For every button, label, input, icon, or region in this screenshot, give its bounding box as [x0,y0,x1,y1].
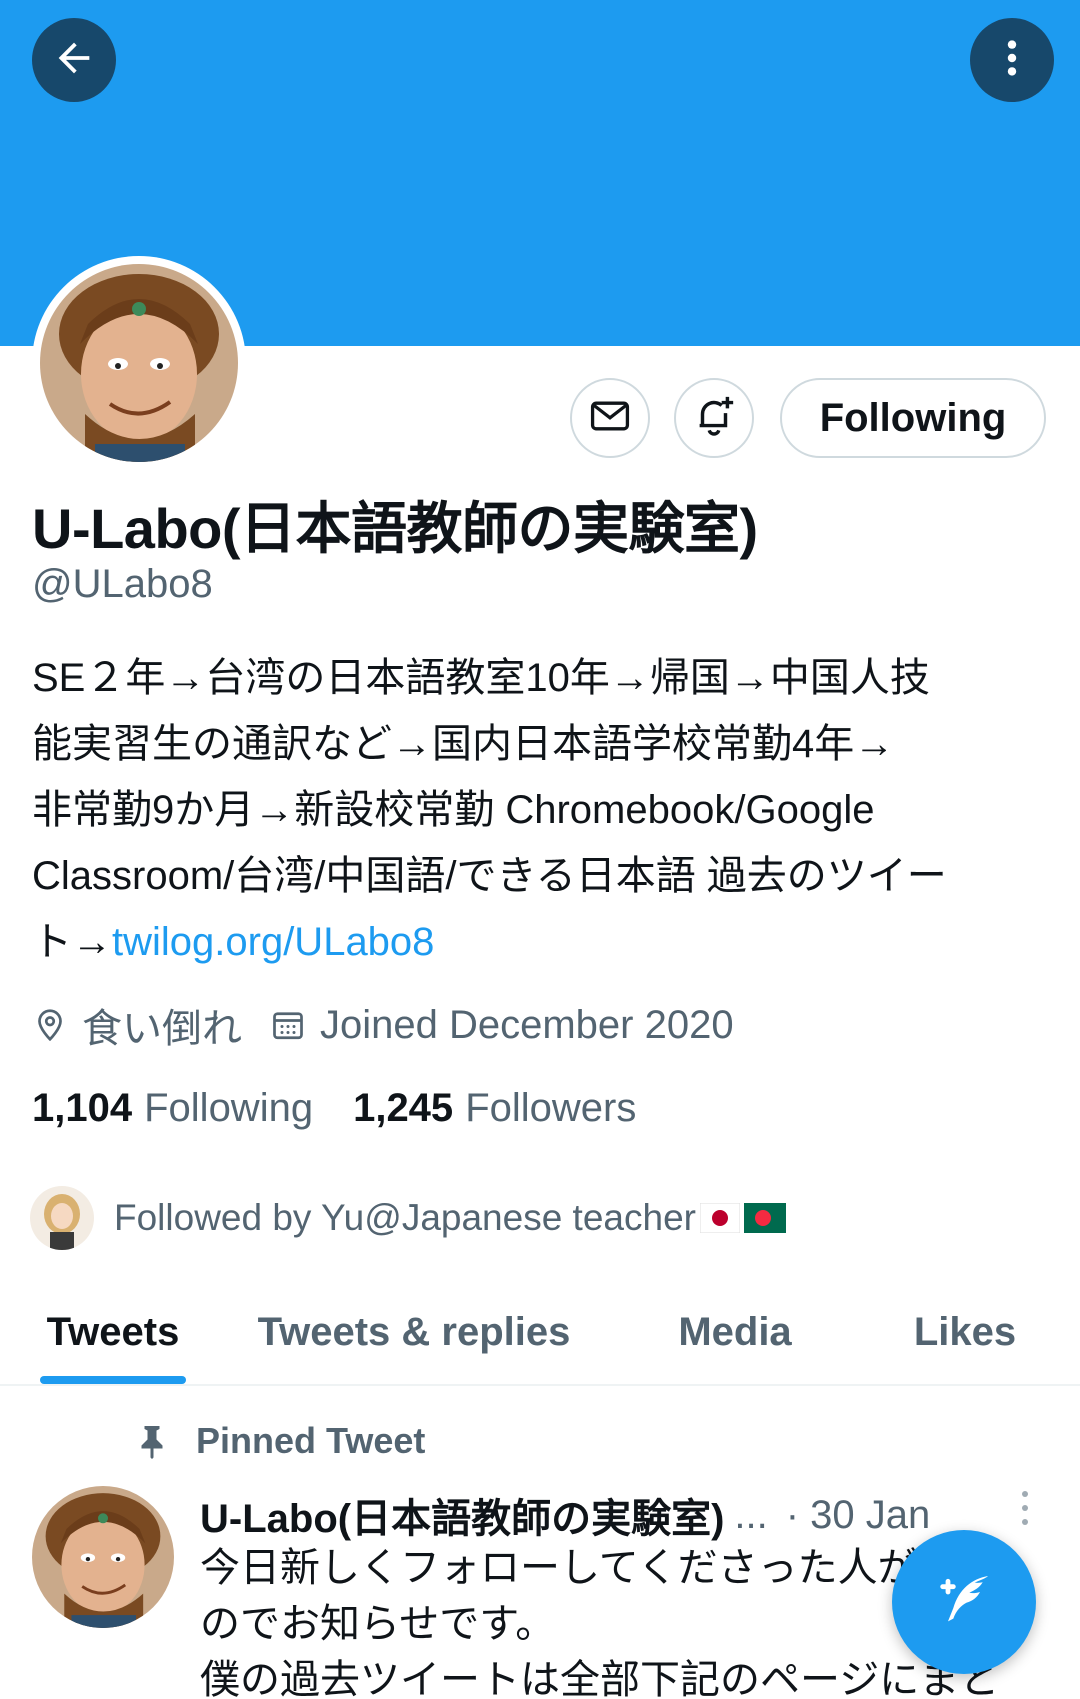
bio-line: 能実習生の通訳など→国内日本語学校常勤4年→ [32,722,895,766]
following-count: 1,104 [32,1086,133,1130]
bell-plus-icon [691,393,737,444]
pinned-tweet-label: Pinned Tweet [196,1420,426,1461]
profile-meta: 食い倒れ Joined December 2020 [32,996,734,1054]
tab-tweets-replies[interactable]: Tweets & replies [244,1280,584,1384]
bangladesh-flag-icon [743,1203,786,1233]
avatar [40,264,238,462]
profile-avatar[interactable] [32,256,246,470]
location-text: 食い倒れ [82,1007,242,1051]
mail-icon [588,394,632,443]
bio-line: SE２年→台湾の日本語教室10年→帰国→中国人技 [32,656,930,700]
followers-count: 1,245 [353,1086,454,1130]
bio-line: Classroom/台湾/中国語/できる日本語 過去のツイー [32,854,947,898]
display-name: U-Labo(日本語教師の実験室) [32,497,758,560]
followed-by[interactable]: Followed by Yu@Japanese teacher [28,1184,786,1252]
user-handle: @ULabo8 [32,562,213,606]
following-stat[interactable]: 1,104 Following [32,1086,313,1131]
notifications-button[interactable] [674,378,754,458]
follower-avatar [28,1184,96,1252]
calendar-icon [270,1007,306,1043]
message-button[interactable] [570,378,650,458]
tweet-author-avatar[interactable] [32,1486,174,1628]
followed-by-text: Followed by Yu@Japanese teacher [114,1197,696,1238]
tab-likes[interactable]: Likes [870,1280,1060,1384]
more-options-button[interactable] [970,18,1054,102]
tweet-date[interactable]: · 30 Jan [786,1493,931,1538]
profile-page: Following U-Labo(日本語教師の実験室) @ULabo8 SE２年… [0,0,1080,1699]
back-button[interactable] [32,18,116,102]
pin-icon [134,1421,170,1461]
bio-line: ト→twilog.org/ULabo8 [32,909,1042,975]
bio-link[interactable]: twilog.org/ULabo8 [112,920,434,964]
tweet-more-button[interactable] [1010,1488,1040,1532]
follow-stats: 1,104 Following 1,245 Followers [32,1086,636,1131]
japan-flag-icon [699,1203,740,1233]
tab-media[interactable]: Media [640,1280,830,1384]
compose-tweet-icon [932,1568,996,1637]
following-button[interactable]: Following [780,378,1046,458]
profile-tabs: Tweets Tweets & replies Media Likes [0,1280,1080,1386]
location-icon [32,1007,68,1043]
bio-line: 非常勤9か月→新設校常勤 Chromebook/Google [32,788,875,832]
name-truncation: ... [734,1492,768,1537]
active-tab-indicator [40,1376,186,1384]
arrow-left-icon [51,35,97,86]
following-label: Following [144,1086,314,1130]
tweet-header: U-Labo(日本語教師の実験室) ... · 30 Jan [200,1486,1020,1544]
profile-bio: SE２年→台湾の日本語教室10年→帰国→中国人技 能実習生の通訳など→国内日本語… [32,645,1042,975]
more-vertical-icon [1018,1488,1032,1533]
bio-text: ト→ [32,920,112,964]
followers-label: Followers [465,1086,637,1130]
compose-tweet-button[interactable] [892,1530,1036,1674]
tweet-author-name[interactable]: U-Labo(日本語教師の実験室) [200,1486,724,1544]
more-vertical-icon [989,35,1035,86]
joined-date: Joined December 2020 [320,1002,734,1047]
pinned-label-row: Pinned Tweet [134,1420,425,1462]
followers-stat[interactable]: 1,245 Followers [353,1086,636,1131]
tab-tweets[interactable]: Tweets [18,1280,208,1384]
